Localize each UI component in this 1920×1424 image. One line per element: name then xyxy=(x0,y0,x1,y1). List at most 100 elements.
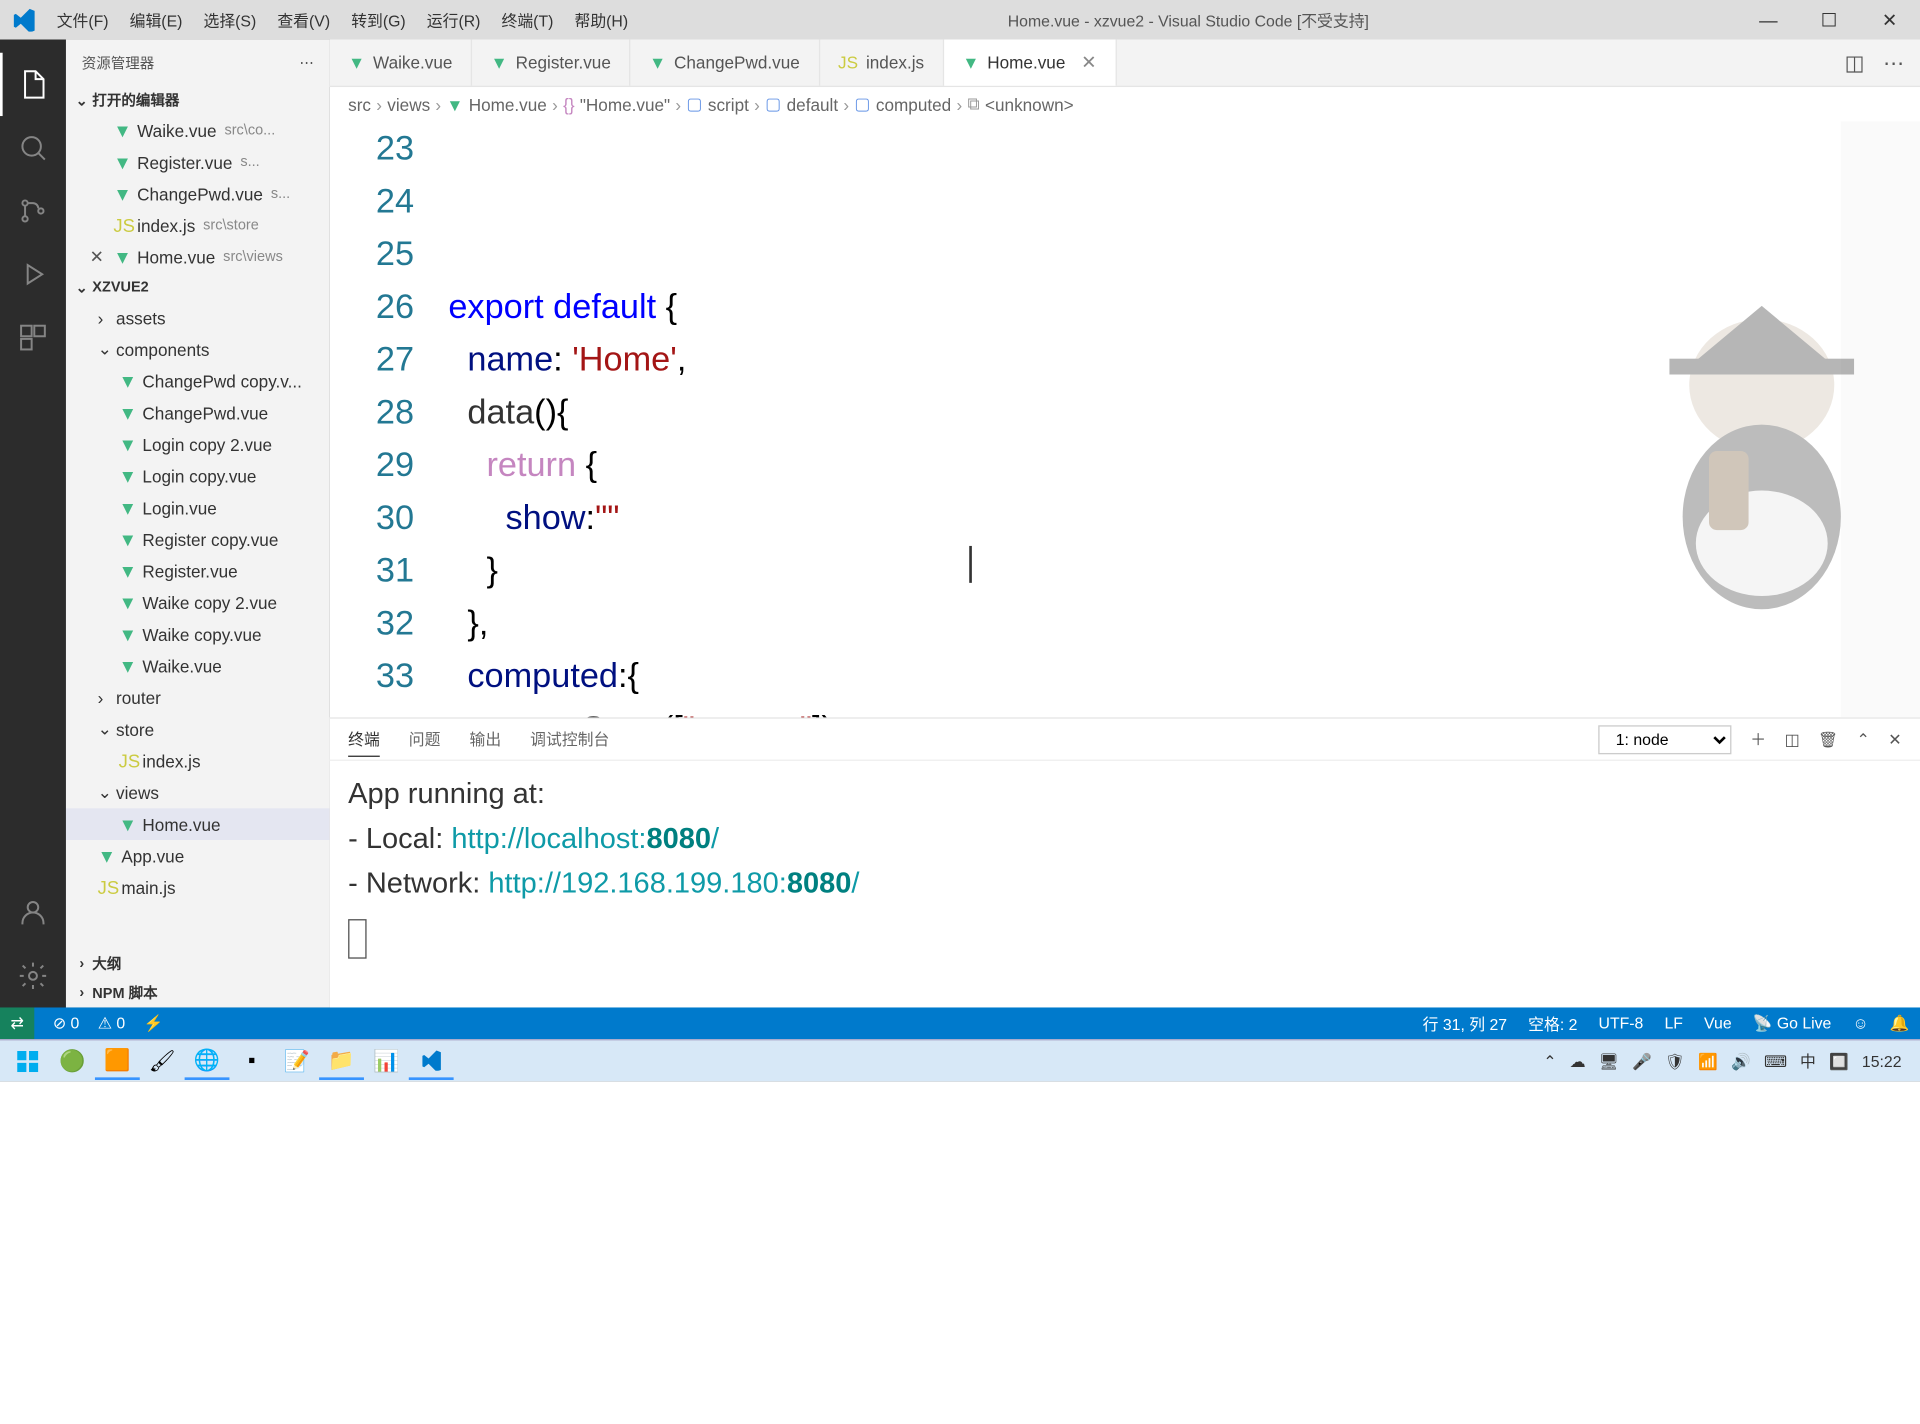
minimize-button[interactable]: — xyxy=(1738,9,1799,31)
file-item[interactable]: ▼Register.vue xyxy=(66,555,330,587)
tray-icon[interactable]: 🖥 xyxy=(1599,1052,1619,1070)
breadcrumb[interactable]: src› views› ▼Home.vue› {}"Home.vue"› ▢sc… xyxy=(330,87,1920,121)
folder-item[interactable]: ›assets xyxy=(66,302,330,334)
folder-item[interactable]: ›router xyxy=(66,682,330,714)
project-header[interactable]: ⌄XZVUE2 xyxy=(66,273,330,302)
start-button[interactable] xyxy=(5,1042,50,1079)
menu-select[interactable]: 选择(S) xyxy=(193,9,267,31)
tray-icon[interactable]: ☁ xyxy=(1570,1052,1586,1070)
file-item[interactable]: ▼Waike copy 2.vue xyxy=(66,587,330,619)
terminal-select[interactable]: 1: node xyxy=(1599,725,1732,754)
warnings-count[interactable]: ⚠ 0 xyxy=(98,1014,125,1032)
panel-close-icon[interactable]: ✕ xyxy=(1888,730,1901,748)
split-terminal-icon[interactable]: ◫ xyxy=(1785,730,1800,748)
taskbar-cmd-icon[interactable]: ▪ xyxy=(229,1042,274,1079)
cursor-position[interactable]: 行 31, 列 27 xyxy=(1423,1012,1507,1034)
menu-edit[interactable]: 编辑(E) xyxy=(119,9,193,31)
menu-terminal[interactable]: 终端(T) xyxy=(491,9,564,31)
tray-icon[interactable]: 🎤 xyxy=(1632,1052,1652,1070)
settings-gear-icon[interactable] xyxy=(0,944,66,1007)
open-editor-item[interactable]: ▼Waike.vuesrc\co... xyxy=(66,115,330,147)
kill-terminal-icon[interactable]: 🗑 xyxy=(1818,730,1838,748)
debug-console-tab[interactable]: 调试控制台 xyxy=(530,723,609,756)
file-item[interactable]: JSmain.js xyxy=(66,872,330,904)
open-editor-item[interactable]: ✕▼Home.vuesrc\views xyxy=(66,241,330,273)
explorer-icon[interactable] xyxy=(0,53,66,116)
file-item[interactable]: ▼App.vue xyxy=(66,840,330,872)
sidebar-more-icon[interactable]: ⋯ xyxy=(299,54,314,71)
editor-tab[interactable]: ▼Register.vue xyxy=(472,40,630,86)
eol-indicator[interactable]: LF xyxy=(1664,1014,1682,1032)
menu-goto[interactable]: 转到(G) xyxy=(341,9,417,31)
open-editors-header[interactable]: ⌄打开的编辑器 xyxy=(66,86,330,115)
status-bar: ⇄ ⊘ 0 ⚠ 0 ⚡ 行 31, 列 27 空格: 2 UTF-8 LF Vu… xyxy=(0,1007,1920,1039)
more-actions-icon[interactable]: ⋯ xyxy=(1883,49,1904,75)
editor-tab[interactable]: ▼Home.vue✕ xyxy=(944,40,1117,86)
close-button[interactable]: ✕ xyxy=(1859,9,1920,31)
tray-ime-icon[interactable]: ⌨ xyxy=(1764,1052,1787,1070)
taskbar-explorer-icon[interactable]: 📁 xyxy=(319,1042,364,1079)
run-debug-icon[interactable] xyxy=(0,243,66,306)
split-editor-icon[interactable]: ◫ xyxy=(1845,49,1865,75)
encoding-indicator[interactable]: UTF-8 xyxy=(1599,1014,1644,1032)
terminal-output[interactable]: App running at: - Local: http://localhos… xyxy=(330,761,1920,1008)
editor-tab[interactable]: JSindex.js xyxy=(820,40,944,86)
taskbar-app-icon[interactable]: 📝 xyxy=(274,1042,319,1079)
extensions-icon[interactable] xyxy=(0,306,66,369)
remote-indicator[interactable]: ⇄ xyxy=(0,1007,34,1039)
tray-icon[interactable]: 🛡 xyxy=(1665,1052,1685,1070)
account-icon[interactable] xyxy=(0,881,66,944)
file-item[interactable]: ▼Waike.vue xyxy=(66,650,330,682)
errors-count[interactable]: ⊘ 0 xyxy=(53,1014,79,1032)
feedback-icon[interactable]: ☺ xyxy=(1852,1014,1868,1032)
menu-view[interactable]: 查看(V) xyxy=(267,9,341,31)
tray-wifi-icon[interactable]: 📶 xyxy=(1698,1052,1718,1070)
menu-run[interactable]: 运行(R) xyxy=(416,9,491,31)
file-item[interactable]: ▼Waike copy.vue xyxy=(66,618,330,650)
file-item[interactable]: ▼Login.vue xyxy=(66,492,330,524)
open-editor-item[interactable]: JSindex.jssrc\store xyxy=(66,210,330,242)
bell-icon[interactable]: 🔔 xyxy=(1890,1014,1910,1032)
go-live-button[interactable]: 📡 Go Live xyxy=(1753,1014,1832,1032)
taskbar-app-icon[interactable]: 🟢 xyxy=(50,1042,95,1079)
terminal-tab[interactable]: 终端 xyxy=(348,722,380,756)
language-indicator[interactable]: Vue xyxy=(1704,1014,1732,1032)
search-icon[interactable] xyxy=(0,116,66,179)
new-terminal-icon[interactable]: ＋ xyxy=(1750,728,1766,750)
panel-up-icon[interactable]: ⌃ xyxy=(1857,730,1870,748)
outline-header[interactable]: ›大纲 xyxy=(66,949,330,978)
tray-icon[interactable]: 🔲 xyxy=(1829,1052,1849,1070)
folder-item[interactable]: ⌄views xyxy=(66,777,330,809)
file-item[interactable]: ▼Login copy.vue xyxy=(66,460,330,492)
folder-item[interactable]: ⌄components xyxy=(66,334,330,366)
output-tab[interactable]: 输出 xyxy=(469,723,501,756)
file-item[interactable]: ▼ChangePwd.vue xyxy=(66,397,330,429)
problems-tab[interactable]: 问题 xyxy=(409,723,441,756)
file-item[interactable]: JSindex.js xyxy=(66,745,330,777)
editor-tab[interactable]: ▼ChangePwd.vue xyxy=(631,40,820,86)
menu-file[interactable]: 文件(F) xyxy=(46,9,119,31)
editor-tab[interactable]: ▼Waike.vue xyxy=(330,40,473,86)
maximize-button[interactable]: ☐ xyxy=(1799,9,1860,31)
taskbar-app-icon[interactable]: 🟧 xyxy=(95,1042,140,1079)
tray-volume-icon[interactable]: 🔊 xyxy=(1731,1052,1751,1070)
open-editor-item[interactable]: ▼ChangePwd.vues... xyxy=(66,178,330,210)
taskbar-chrome-icon[interactable]: 🌐 xyxy=(185,1042,230,1079)
file-item[interactable]: ▼ChangePwd copy.v... xyxy=(66,365,330,397)
taskbar-vscode-icon[interactable] xyxy=(409,1042,454,1079)
indent-indicator[interactable]: 空格: 2 xyxy=(1528,1012,1577,1034)
taskbar-app-icon[interactable]: 🖌 xyxy=(140,1042,185,1079)
tray-up-icon[interactable]: ⌃ xyxy=(1543,1052,1556,1070)
folder-item[interactable]: ⌄store xyxy=(66,713,330,745)
port-icon[interactable]: ⚡ xyxy=(144,1014,164,1032)
tray-clock[interactable]: 15:22 xyxy=(1862,1052,1902,1070)
tray-icon[interactable]: 中 xyxy=(1800,1050,1816,1072)
source-control-icon[interactable] xyxy=(0,179,66,242)
open-editor-item[interactable]: ▼Register.vues... xyxy=(66,146,330,178)
file-item[interactable]: ▼Home.vue xyxy=(66,808,330,840)
npm-header[interactable]: ›NPM 脚本 xyxy=(66,978,330,1007)
taskbar-powerpoint-icon[interactable]: 📊 xyxy=(364,1042,409,1079)
file-item[interactable]: ▼Register copy.vue xyxy=(66,524,330,556)
menu-help[interactable]: 帮助(H) xyxy=(564,9,639,31)
file-item[interactable]: ▼Login copy 2.vue xyxy=(66,429,330,461)
